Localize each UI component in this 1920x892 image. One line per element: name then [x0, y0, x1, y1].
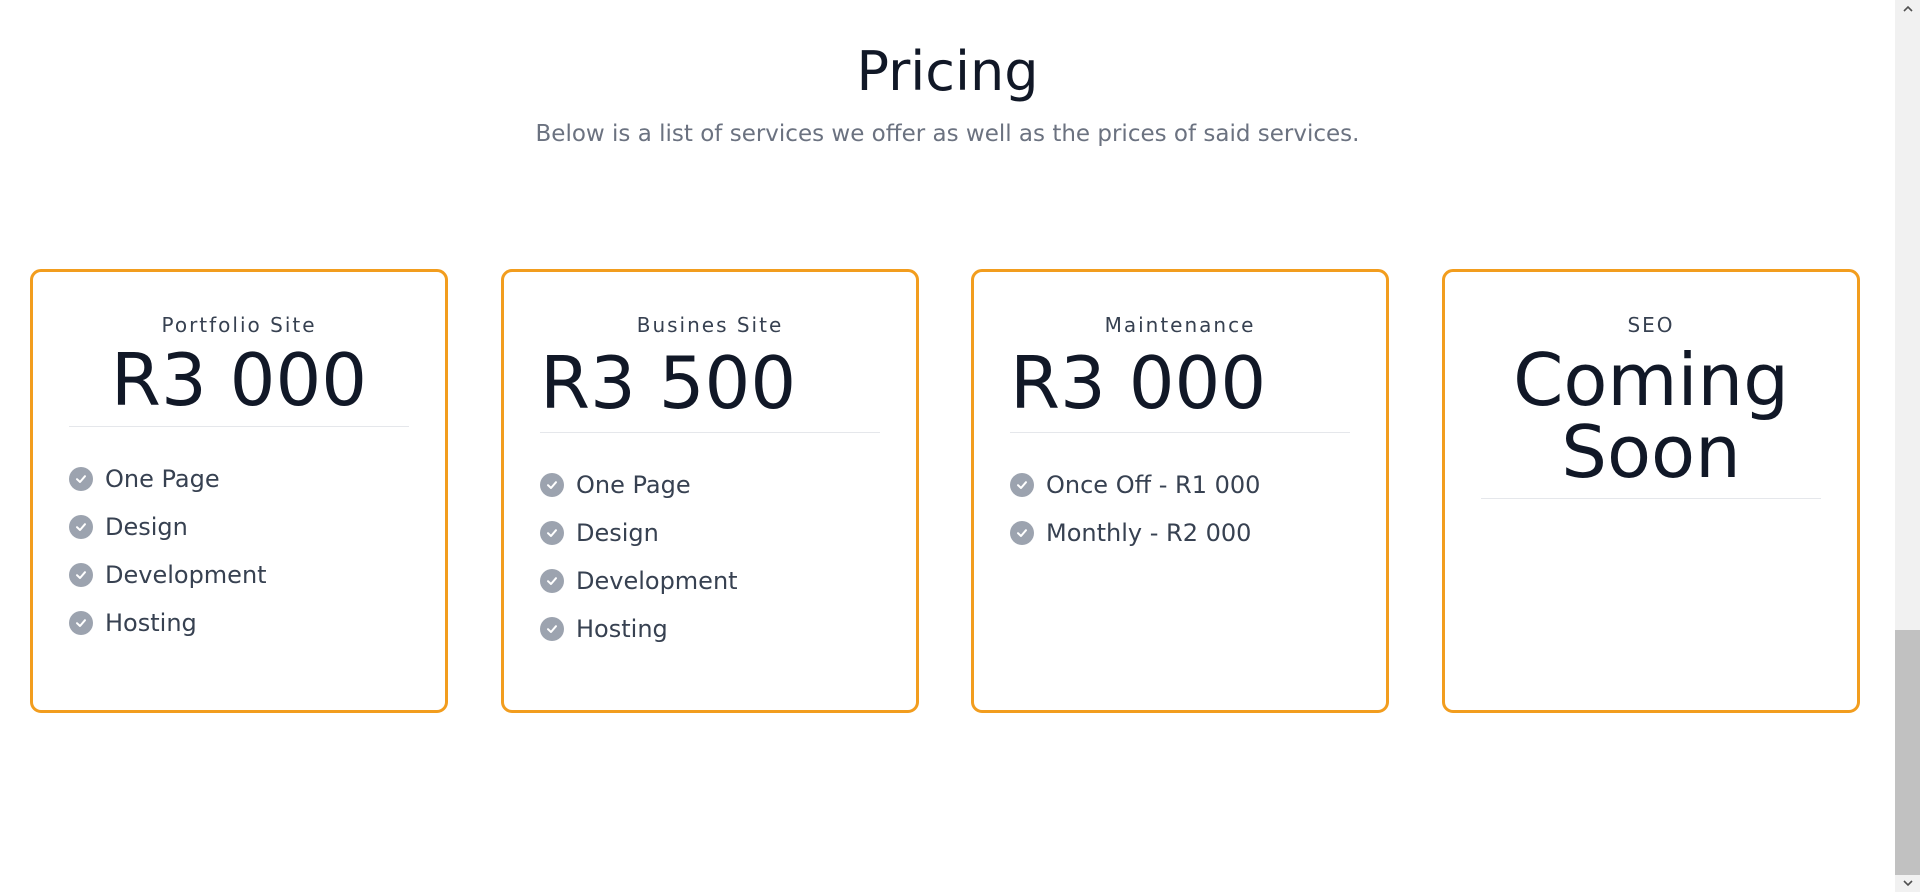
card-divider: [69, 426, 409, 427]
feature-label: Design: [105, 513, 188, 541]
check-circle-icon: [1010, 473, 1034, 497]
check-circle-icon: [540, 521, 564, 545]
card-name: Busines Site: [636, 313, 784, 337]
feature-list: One Page Design Development Hosting: [540, 461, 880, 653]
feature-item: One Page: [69, 455, 409, 503]
card-price: R3 000: [1010, 341, 1267, 425]
check-circle-icon: [540, 617, 564, 641]
card-price: Coming Soon: [1513, 338, 1789, 494]
check-circle-icon: [540, 473, 564, 497]
pricing-cards: Portfolio Site R3 000 One Page Design De…: [30, 269, 1864, 719]
feature-item: Monthly - R2 000: [1010, 509, 1350, 557]
pricing-card-portfolio: Portfolio Site R3 000 One Page Design De…: [30, 269, 448, 713]
page: Pricing Below is a list of services we o…: [0, 0, 1920, 892]
card-divider: [1010, 432, 1350, 433]
feature-item: Development: [540, 557, 880, 605]
check-circle-icon: [69, 467, 93, 491]
card-price: R3 000: [110, 338, 368, 422]
feature-label: Once Off - R1 000: [1046, 471, 1261, 499]
feature-item: Development: [69, 551, 409, 599]
chevron-down-icon[interactable]: [1895, 875, 1920, 892]
check-circle-icon: [69, 515, 93, 539]
page-title: Pricing: [856, 40, 1039, 103]
pricing-section: Pricing Below is a list of services we o…: [0, 0, 1895, 892]
check-circle-icon: [540, 569, 564, 593]
vertical-scrollbar[interactable]: [1895, 0, 1920, 892]
feature-label: Hosting: [105, 609, 197, 637]
check-circle-icon: [1010, 521, 1034, 545]
scrollbar-thumb[interactable]: [1895, 630, 1920, 875]
feature-item: One Page: [540, 461, 880, 509]
feature-item: Once Off - R1 000: [1010, 461, 1350, 509]
check-circle-icon: [69, 611, 93, 635]
feature-label: Development: [105, 561, 267, 589]
check-circle-icon: [69, 563, 93, 587]
card-name: Portfolio Site: [161, 313, 317, 337]
feature-item: Hosting: [540, 605, 880, 653]
feature-item: Design: [69, 503, 409, 551]
feature-label: Design: [576, 519, 659, 547]
feature-label: One Page: [105, 465, 220, 493]
card-price: R3 500: [540, 341, 797, 425]
feature-label: Monthly - R2 000: [1046, 519, 1252, 547]
pricing-card-seo: SEO Coming Soon: [1442, 269, 1860, 713]
chevron-up-icon[interactable]: [1895, 0, 1920, 17]
feature-item: Hosting: [69, 599, 409, 647]
page-subtitle: Below is a list of services we offer as …: [535, 121, 1360, 147]
feature-label: Development: [576, 567, 738, 595]
pricing-header: Pricing Below is a list of services we o…: [0, 38, 1895, 150]
pricing-card-maintenance: Maintenance R3 000 Once Off - R1 000 Mon…: [971, 269, 1389, 713]
feature-list: One Page Design Development Hosting: [69, 455, 409, 647]
feature-list: Once Off - R1 000 Monthly - R2 000: [1010, 461, 1350, 557]
feature-item: Design: [540, 509, 880, 557]
pricing-card-business: Busines Site R3 500 One Page Design Deve…: [501, 269, 919, 713]
card-name: SEO: [1627, 313, 1675, 337]
card-name: Maintenance: [1104, 313, 1256, 337]
card-divider: [540, 432, 880, 433]
feature-label: One Page: [576, 471, 691, 499]
feature-label: Hosting: [576, 615, 668, 643]
card-divider: [1481, 498, 1821, 499]
